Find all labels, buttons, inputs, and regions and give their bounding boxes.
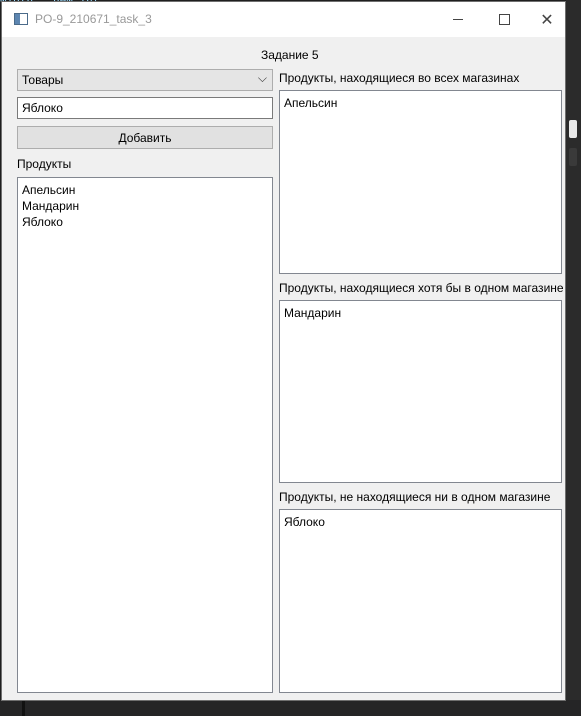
close-icon: ✕ xyxy=(540,10,554,29)
chevron-down-icon: ⌵ xyxy=(257,71,267,85)
any-store-list[interactable]: Мандарин xyxy=(279,300,562,483)
maximize-icon xyxy=(498,14,510,25)
category-select[interactable]: Товары ⌵ xyxy=(17,69,273,91)
close-button[interactable]: ✕ xyxy=(524,2,570,37)
title-bar: PO-9_210671_task_3 ✕ xyxy=(2,2,565,37)
list-item[interactable]: Мандарин xyxy=(22,198,268,214)
list-item[interactable]: Яблоко xyxy=(284,514,557,530)
product-input[interactable] xyxy=(17,97,273,119)
maximize-button[interactable] xyxy=(481,2,527,37)
background-editor-strip xyxy=(566,0,581,716)
no-store-list[interactable]: Яблоко xyxy=(279,509,562,693)
no-store-label: Продукты, не находящиеся ни в одном мага… xyxy=(279,490,551,504)
background-taskbar-strip xyxy=(0,700,581,716)
page-title: Задание 5 xyxy=(261,48,319,62)
any-store-label: Продукты, находящиеся хотя бы в одном ма… xyxy=(279,281,564,295)
category-select-value: Товары xyxy=(22,73,64,87)
list-item[interactable]: Яблоко xyxy=(22,214,268,230)
products-list[interactable]: Апельсин Мандарин Яблоко xyxy=(17,177,273,693)
app-icon xyxy=(14,13,28,25)
list-item[interactable]: Мандарин xyxy=(284,305,557,321)
list-item[interactable]: Апельсин xyxy=(284,95,557,111)
window-title: PO-9_210671_task_3 xyxy=(35,12,152,26)
all-stores-list[interactable]: Апельсин xyxy=(279,90,562,274)
products-label: Продукты xyxy=(17,157,72,171)
app-window: PO-9_210671_task_3 ✕ Задание 5 Товары ⌵ … xyxy=(1,1,566,701)
list-item[interactable]: Апельсин xyxy=(22,182,268,198)
minimize-button[interactable] xyxy=(435,2,481,37)
add-button[interactable]: Добавить xyxy=(17,126,273,149)
all-stores-label: Продукты, находящиеся во всех магазинах xyxy=(279,71,520,85)
minimize-icon xyxy=(453,19,463,20)
